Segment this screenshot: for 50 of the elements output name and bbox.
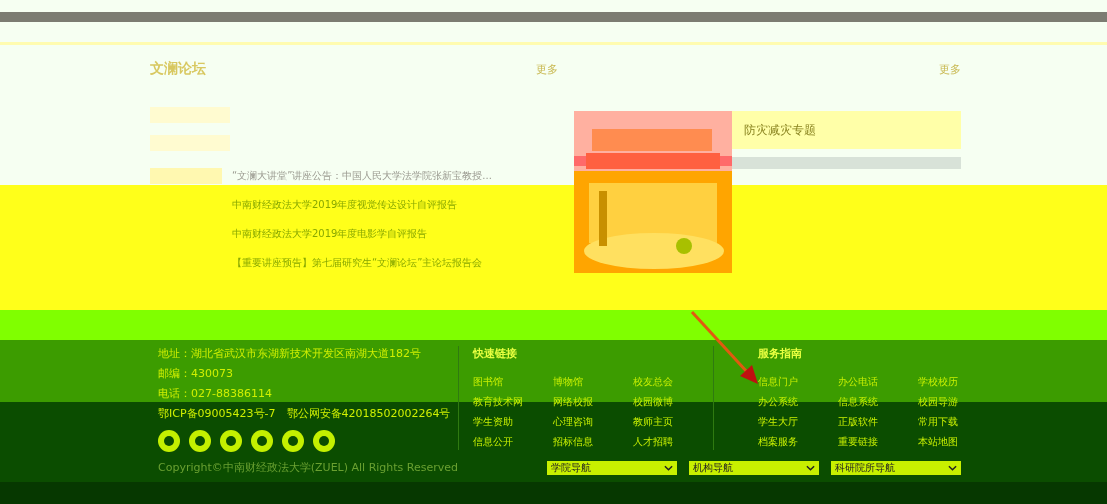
footer-link[interactable]: 信息系统 xyxy=(838,395,918,409)
caret-icon xyxy=(948,464,957,471)
column-title: 快速链接 xyxy=(473,346,518,361)
footer-link[interactable]: 招标信息 xyxy=(553,435,633,449)
footer-link[interactable]: 学校校历 xyxy=(918,375,998,389)
footer-link[interactable]: 校友总会 xyxy=(633,375,713,389)
footer-link[interactable]: 校园导游 xyxy=(918,395,998,409)
footer-link[interactable]: 重要链接 xyxy=(838,435,918,449)
footer-link[interactable]: 正版软件 xyxy=(838,415,918,429)
social-icon[interactable] xyxy=(251,430,273,452)
social-icon[interactable] xyxy=(158,430,180,452)
nav-select[interactable]: 机构导航 xyxy=(689,460,819,475)
footer-link[interactable]: 网络校报 xyxy=(553,395,633,409)
footer-link[interactable]: 图书馆 xyxy=(473,375,553,389)
footer-link[interactable]: 人才招聘 xyxy=(633,435,713,449)
caret-icon xyxy=(664,464,673,471)
footer-link[interactable]: 本站地图 xyxy=(918,435,998,449)
social-icon[interactable] xyxy=(189,430,211,452)
footer-link[interactable]: 档案服务 xyxy=(758,435,838,449)
footer-link[interactable]: 心理咨询 xyxy=(553,415,633,429)
panel-title: 文澜论坛 xyxy=(150,60,206,78)
news-link[interactable]: 中南财经政法大学2019年度视觉传达设计自评报告 xyxy=(232,197,458,212)
footer-link[interactable]: 办公系统 xyxy=(758,395,838,409)
footer-link[interactable]: 教师主页 xyxy=(633,415,713,429)
footer-link[interactable]: 信息门户 xyxy=(758,375,838,389)
caret-icon xyxy=(806,464,815,471)
footer-link[interactable]: 校园微博 xyxy=(633,395,713,409)
column-title: 服务指南 xyxy=(758,346,803,361)
news-link[interactable]: 中南财经政法大学2019年度电影学自评报告 xyxy=(232,226,428,241)
footer-link[interactable]: 信息公开 xyxy=(473,435,553,449)
arrow-icon xyxy=(690,310,760,385)
contact-text: 鄂ICP备09005423号-7 鄂公网安备42018502002264号 xyxy=(158,406,452,421)
footer-link[interactable]: 常用下载 xyxy=(918,415,998,429)
footer-link[interactable]: 博物馆 xyxy=(553,375,633,389)
social-icon[interactable] xyxy=(313,430,335,452)
social-icon[interactable] xyxy=(220,430,242,452)
contact-text: 电话：027-88386114 xyxy=(158,386,273,401)
nav-select[interactable]: 学院导航 xyxy=(547,460,677,475)
footer-link[interactable]: 办公电话 xyxy=(838,375,918,389)
copyright-text: Copyright©中南财经政法大学(ZUEL) All Rights Reserved xyxy=(158,460,459,475)
footer-link[interactable]: 学生大厅 xyxy=(758,415,838,429)
news-link[interactable]: “文澜大讲堂”讲座公告：中国人民大学法学院张新宝教授... xyxy=(232,168,492,183)
topic-item[interactable]: 防灾减灾专题 xyxy=(732,111,961,149)
contact-text: 地址：湖北省武汉市东湖新技术开发区南湖大道182号 xyxy=(158,346,422,361)
news-link[interactable]: 【重要讲座预告】第七届研究生“文澜论坛”主论坛报告会 xyxy=(232,255,483,270)
footer-link[interactable]: 学生资助 xyxy=(473,415,553,429)
nav-select[interactable]: 科研院所导航 xyxy=(831,460,961,475)
contact-text: 邮编：430073 xyxy=(158,366,234,381)
social-icon[interactable] xyxy=(282,430,304,452)
footer-link[interactable]: 教育技术网 xyxy=(473,395,553,409)
